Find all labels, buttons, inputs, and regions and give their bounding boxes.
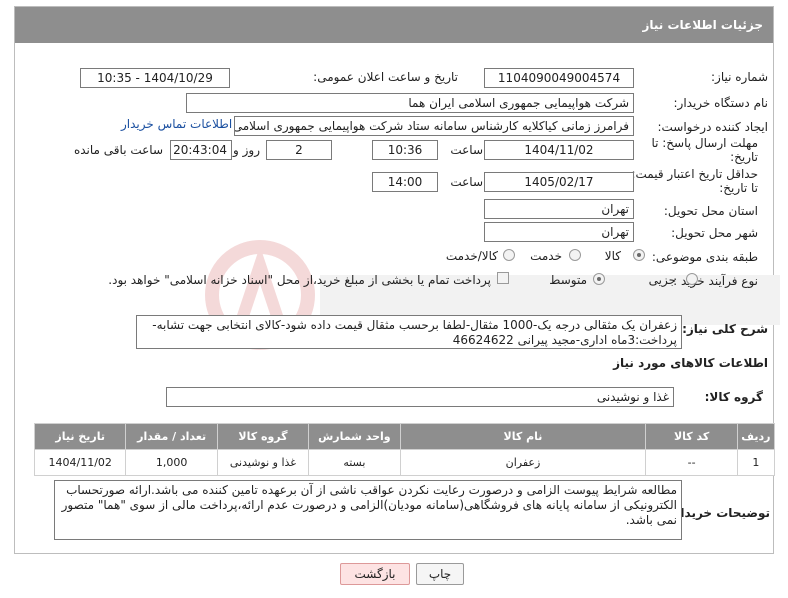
announce-field: 1404/10/29 - 10:35 [80,68,230,88]
city-field: تهران [484,222,634,242]
cell-date: 1404/11/02 [33,449,127,476]
process-radio-medium[interactable] [593,273,605,285]
remaining-time-field: 20:43:04 [170,140,232,160]
city-label: شهر محل تحویل: [671,226,758,240]
category-radio-service[interactable] [569,249,581,261]
deadline-time-word: ساعت [450,143,483,157]
category-label: طبقه بندی موضوعی: [651,250,758,264]
description-text: زعفران یک مثقالی درجه یک-1000 مثقال-لطفا… [136,315,682,349]
th-code: کد کالا [645,423,738,450]
buyer-label: نام دستگاه خریدار: [673,96,769,110]
need-number-label: شماره نیاز: [711,70,768,84]
validity-label-2: تا تاریخ: [719,181,758,195]
creator-field: فرامرز زمانی کیاکلایه کارشناس سامانه ستا… [234,116,634,136]
process-partial-label: جزیی [648,273,676,287]
deadline-label-1: مهلت ارسال پاسخ: تا [651,136,758,150]
category-goods-service-label: کالا/خدمت [445,249,498,263]
th-unit: واحد شمارش [308,423,401,450]
cell-name: زعفران [399,449,647,476]
contact-link[interactable]: اطلاعات تماس خریدار [121,117,232,131]
category-radio-goods[interactable] [633,249,645,261]
process-medium-label: متوسط [549,273,587,287]
payment-checkbox[interactable] [497,272,509,284]
province-field: تهران [484,199,634,219]
goods-group-label: گروه کالا: [704,390,763,404]
validity-time-field: 14:00 [372,172,438,192]
province-label: استان محل تحویل: [663,204,758,218]
need-number-field: 1104090049004574 [484,68,634,88]
deadline-time-field: 10:36 [372,140,438,160]
validity-time-word: ساعت [450,175,483,189]
th-date: تاریخ نیاز [33,423,127,450]
creator-label: ایجاد کننده درخواست: [657,120,768,134]
goods-section-title: اطلاعات کالاهای مورد نیاز [613,356,768,370]
validity-date-field: 1405/02/17 [484,172,634,192]
remaining-word: ساعت باقی مانده [73,143,163,157]
back-button[interactable]: بازگشت [340,563,410,585]
payment-note: پرداخت تمام یا بخشی از مبلغ خرید،از محل … [108,273,491,287]
days-word: روز و [233,143,260,157]
cell-qty: 1,000 [125,449,218,476]
buyer-field: شرکت هواپیمایی جمهوری اسلامی ایران هما [186,93,634,113]
th-group: گروه کالا [216,423,310,450]
goods-group-field: غذا و نوشیدنی [166,387,674,407]
category-goods-label: کالا [604,249,621,263]
buyer-notes-label: توضیحات خریدار: [668,506,770,520]
cell-row: 1 [736,449,776,476]
deadline-label-2: تاریخ: [730,150,758,164]
validity-label-1: حداقل تاریخ اعتبار قیمت: [631,167,758,181]
category-service-label: خدمت [530,249,562,263]
announce-label: تاریخ و ساعت اعلان عمومی: [313,70,458,84]
th-qty: تعداد / مقدار [125,423,218,450]
goods-table: ردیف کد کالا نام کالا واحد شمارش گروه کا… [33,423,776,476]
days-field: 2 [266,140,332,160]
description-label: شرح کلی نیاز: [682,322,768,336]
cell-code: -- [645,449,738,476]
deadline-date-field: 1404/11/02 [484,140,634,160]
print-button[interactable]: چاپ [416,563,464,585]
category-radio-goods-service[interactable] [503,249,515,261]
page-header: جزئیات اطلاعات نیاز [15,7,773,43]
th-name: نام کالا [399,423,647,450]
table-header-row: ردیف کد کالا نام کالا واحد شمارش گروه کا… [33,423,776,450]
th-row: ردیف [736,423,776,450]
buyer-notes-text: مطالعه شرایط پیوست الزامی و درصورت رعایت… [54,480,682,540]
table-row: 1 -- زعفران بسته غذا و نوشیدنی 1,000 140… [33,449,776,476]
cell-unit: بسته [308,449,401,476]
process-radio-partial[interactable] [686,273,698,285]
cell-group: غذا و نوشیدنی [216,449,310,476]
